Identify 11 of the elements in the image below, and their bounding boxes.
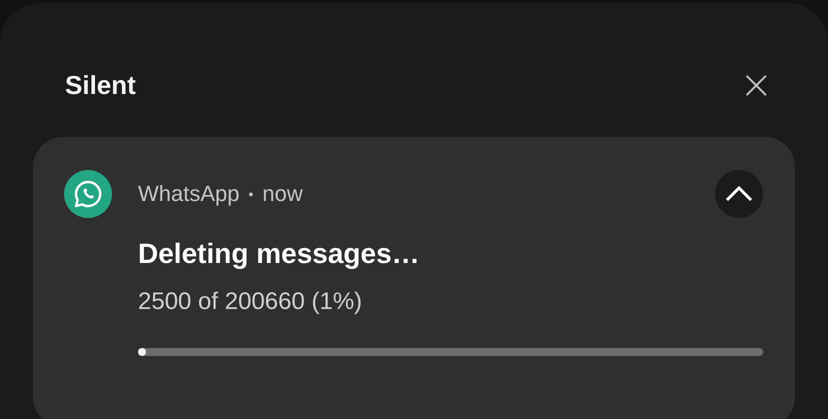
notification-title: Deleting messages…: [138, 238, 421, 270]
notification-card[interactable]: WhatsApp • now Deleting messages… 2500 of 200660 (1%): [33, 137, 795, 419]
notification-text: 2500 of 200660 (1%): [138, 288, 364, 316]
app-name: WhatsApp: [138, 181, 240, 207]
close-button[interactable]: ×: [739, 65, 773, 105]
chevron-icon: [724, 185, 754, 203]
chat-bubble-icon: [64, 170, 112, 218]
section-title: Silent: [65, 70, 136, 100]
collapse-button[interactable]: [715, 170, 763, 218]
separator-dot: •: [248, 186, 254, 202]
notification-time: now: [262, 181, 303, 207]
